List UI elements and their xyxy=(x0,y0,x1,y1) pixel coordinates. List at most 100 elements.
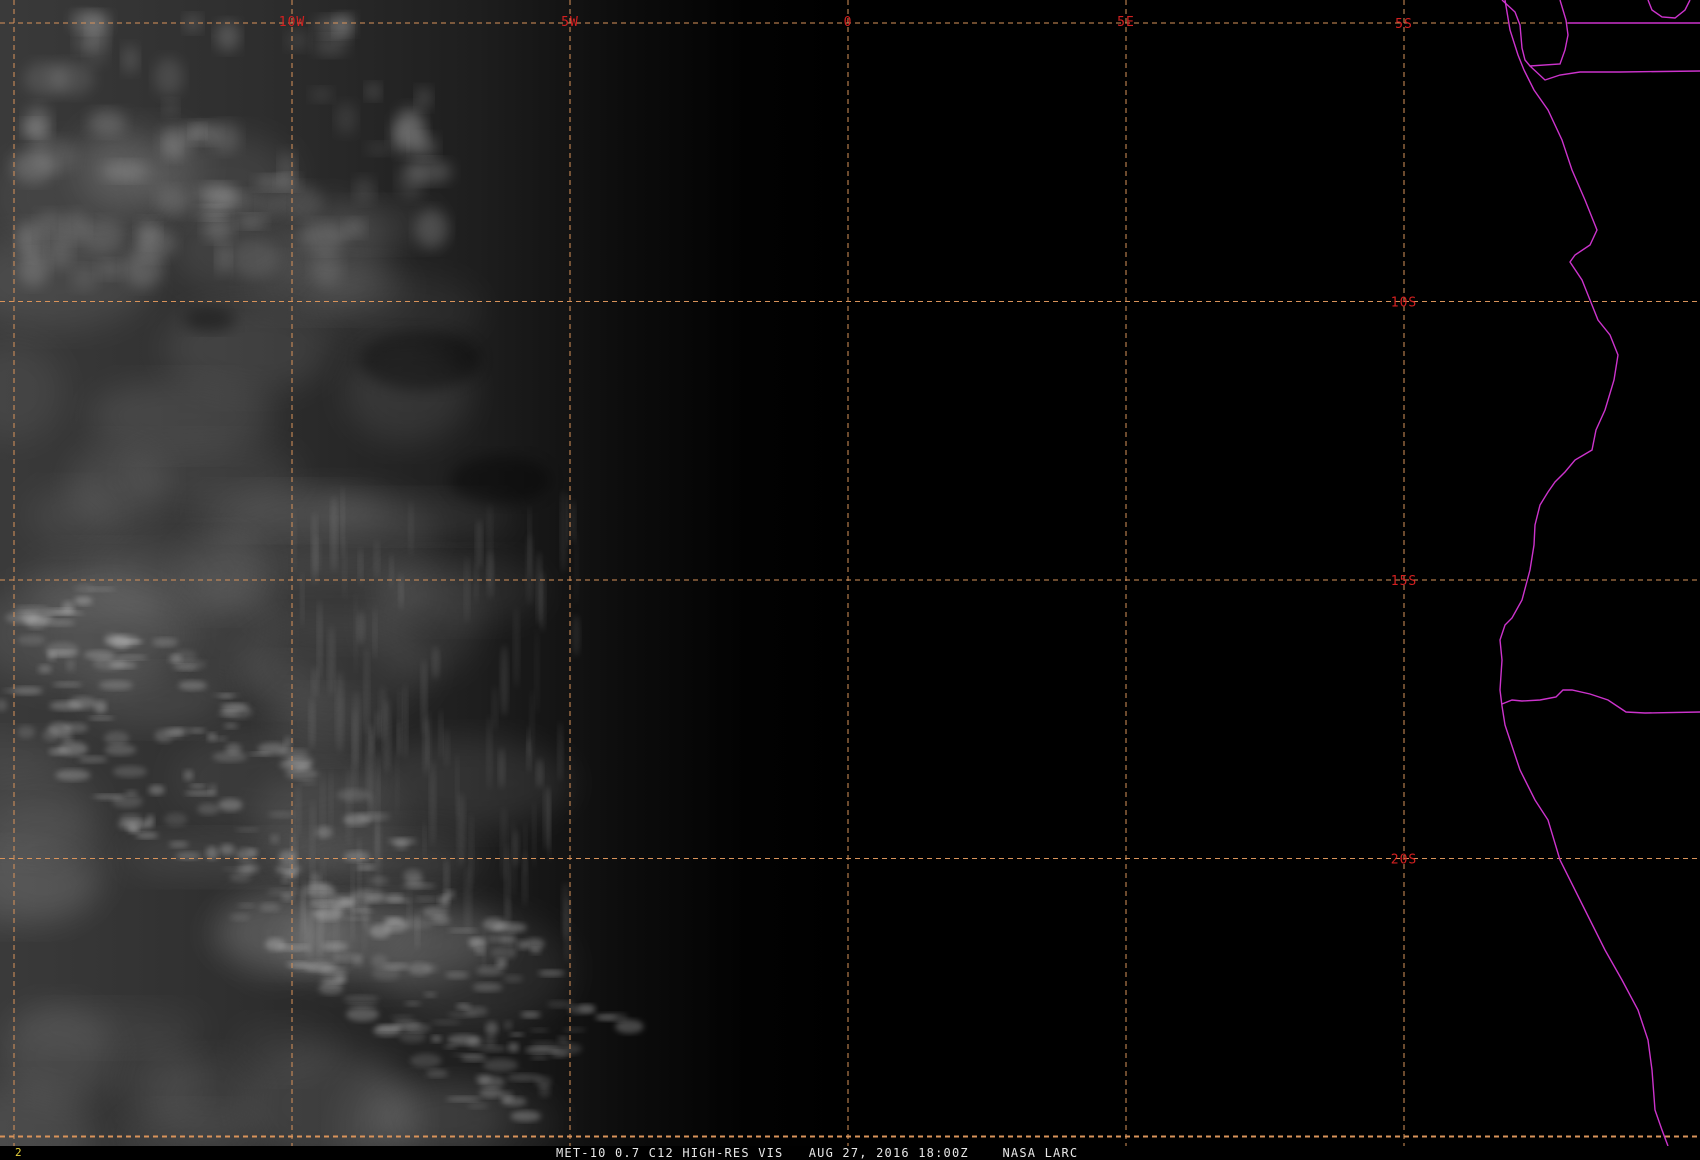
cloud-strand xyxy=(402,684,408,759)
cloud-strand xyxy=(395,751,399,816)
cloud-streak xyxy=(410,1053,442,1068)
satellite-map-panel[interactable]: 10W 5W 0 5E 5S 10S 15S 20S xyxy=(0,0,1700,1146)
cloud-streak xyxy=(472,983,503,992)
cloud-streak xyxy=(538,969,565,977)
latitude-label: 15S xyxy=(1391,574,1417,589)
cloud-cell xyxy=(310,248,342,286)
cloud-streak xyxy=(205,846,219,860)
cloud-streak xyxy=(476,966,505,976)
cloud-cell xyxy=(215,21,240,52)
cloud-streak xyxy=(218,798,243,812)
cloud-streak xyxy=(219,844,235,856)
cloud-streak xyxy=(275,863,302,876)
cloud-streak xyxy=(48,748,72,755)
cloud-strand xyxy=(557,722,564,782)
cloud-cell xyxy=(190,124,206,138)
cloud-streak xyxy=(38,664,52,674)
cloud-streak xyxy=(615,1019,644,1034)
cloud-strand xyxy=(330,495,338,572)
cloud-streak xyxy=(399,1030,426,1043)
cloud-strand xyxy=(505,896,512,926)
cloud-streak xyxy=(371,967,400,981)
cloud-strand xyxy=(536,551,543,626)
cloud-streak xyxy=(482,917,506,931)
cloud-cell xyxy=(154,57,184,96)
cloud-streak xyxy=(464,1006,488,1016)
cloud-streak xyxy=(215,736,228,742)
cloud-strand xyxy=(357,611,365,645)
cloud-streak xyxy=(173,650,198,662)
satellite-image-viewer: 10W 5W 0 5E 5S 10S 15S 20S 2 MET-10 0.7 C12 HIG… xyxy=(0,0,1700,1160)
cloud-streak xyxy=(103,731,130,745)
cloud-streak xyxy=(371,954,388,969)
cloud-strand xyxy=(351,862,355,942)
cloud-strand xyxy=(572,614,581,657)
cloud-streak xyxy=(229,913,250,921)
cloud-cell xyxy=(156,187,191,216)
cloud-cell xyxy=(415,209,449,249)
cloud-streak xyxy=(520,1011,541,1018)
cloud-streak xyxy=(530,1040,558,1049)
cloud-streak xyxy=(78,755,108,763)
cloud-streak xyxy=(506,1073,542,1082)
status-bar: 2 MET-10 0.7 C12 HIGH-RES VIS AUG 27, 20… xyxy=(0,1146,1700,1160)
cloud-streak xyxy=(55,769,91,781)
cloud-strand xyxy=(341,485,345,558)
cloud-streak xyxy=(343,851,371,862)
cloud-strand xyxy=(475,519,483,569)
cloud-cell xyxy=(336,102,357,135)
cloud-streak xyxy=(98,680,134,690)
cloud-streak xyxy=(467,1102,489,1109)
cloud-streak xyxy=(178,680,208,691)
cloud-streak xyxy=(510,1110,541,1122)
cloud-strand xyxy=(566,493,571,548)
cloud-streak xyxy=(557,1036,569,1043)
cloud-streak xyxy=(207,732,217,742)
cloud-strand xyxy=(345,767,353,847)
cloud-strand xyxy=(374,540,380,579)
cloud-streak xyxy=(460,1054,487,1062)
cloud-streak xyxy=(443,1044,457,1049)
cloud-strand xyxy=(305,906,314,960)
cloud-streak xyxy=(42,728,62,742)
cloud-strand xyxy=(333,896,340,975)
cloud-cell xyxy=(210,122,241,153)
cloud-strand xyxy=(357,836,362,916)
cloud-streak xyxy=(17,635,46,646)
cloud-strand xyxy=(487,502,493,588)
cloud-strand xyxy=(486,715,493,791)
cloud-streak xyxy=(596,1014,618,1020)
cloud-strand xyxy=(474,561,479,603)
longitude-label: 5W xyxy=(561,15,579,30)
cloud-strand xyxy=(438,709,444,759)
cloud-cell xyxy=(344,219,365,237)
cloud-strand xyxy=(523,822,528,876)
cloud-streak xyxy=(268,811,295,818)
cloud-strand xyxy=(464,556,470,624)
cloud-strand xyxy=(574,529,579,605)
cloud-streak xyxy=(3,688,16,694)
cloud-streak xyxy=(17,725,36,739)
cloud-cell xyxy=(159,124,192,159)
cloud-haze xyxy=(1,1004,115,1104)
cloud-strand xyxy=(398,573,404,609)
cloud-streak xyxy=(237,902,256,908)
cloud-streak xyxy=(503,1020,513,1030)
clear-sky-patch xyxy=(360,330,480,390)
cloud-streak xyxy=(119,813,143,824)
cloud-strand xyxy=(426,711,432,770)
longitude-label: 0 xyxy=(844,15,853,30)
cloud-streak xyxy=(189,783,207,789)
cloud-streak xyxy=(318,982,344,995)
cloud-streak xyxy=(135,832,159,839)
cloud-strand xyxy=(376,751,381,822)
cloud-streak xyxy=(484,1035,497,1047)
cloud-streak xyxy=(225,743,242,755)
cloud-strand xyxy=(536,758,544,788)
cloud-cell xyxy=(334,13,356,35)
cloud-strand xyxy=(408,500,414,557)
cloud-streak xyxy=(109,661,137,669)
cloud-strand xyxy=(354,592,358,675)
cloud-strand xyxy=(543,786,551,851)
cloud-streak xyxy=(229,871,252,883)
